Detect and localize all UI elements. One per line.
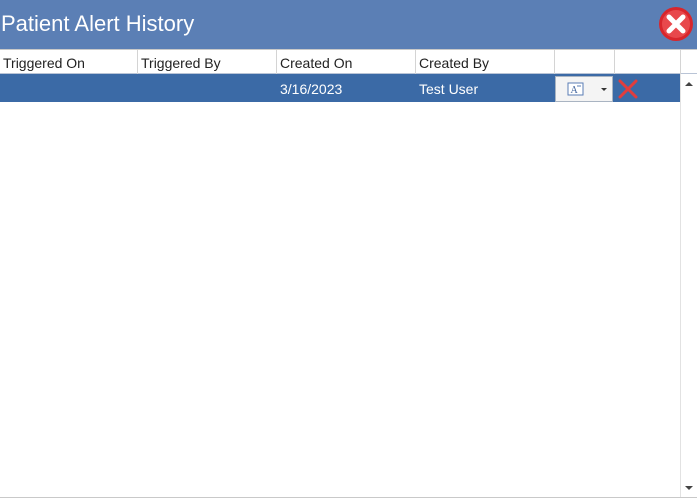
column-header-triggered-on[interactable]: Triggered On (0, 50, 138, 74)
cell-triggered-by[interactable] (138, 74, 277, 102)
cell-triggered-on[interactable] (0, 74, 138, 102)
scroll-up-arrow-icon[interactable] (681, 76, 697, 92)
scroll-down-arrow-icon[interactable] (681, 480, 697, 496)
column-header-created-by[interactable]: Created By (416, 50, 555, 74)
vertical-scrollbar[interactable] (680, 74, 697, 498)
svg-text:A: A (571, 85, 579, 96)
column-header-delete (615, 50, 681, 74)
document-dropdown-icon: A (567, 82, 607, 96)
column-header-created-on[interactable]: Created On (277, 50, 416, 74)
column-header-actions (555, 50, 615, 74)
cell-created-on[interactable]: 3/16/2023 (277, 74, 416, 102)
bottom-border (0, 497, 697, 498)
column-header-triggered-by[interactable]: Triggered By (138, 50, 277, 74)
title-bar: Patient Alert History (0, 0, 697, 49)
document-action-dropdown[interactable]: A (555, 76, 613, 102)
cell-created-by[interactable]: Test User (416, 74, 555, 102)
delete-x-icon[interactable] (615, 77, 641, 101)
close-icon[interactable] (658, 6, 694, 42)
grid-header: Triggered On Triggered By Created On Cre… (0, 49, 697, 74)
window-title: Patient Alert History (1, 11, 195, 36)
